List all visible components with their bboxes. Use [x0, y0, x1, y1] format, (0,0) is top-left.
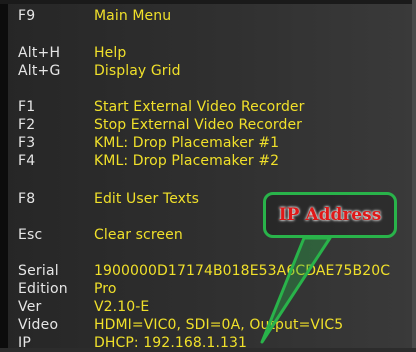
callout-ip-address: IP Address — [263, 192, 397, 238]
callout-pointer — [260, 236, 332, 344]
callout-text: IP Address — [278, 205, 382, 225]
osd-screen: F9 Main Menu Alt+H Help Alt+G Display Gr… — [0, 0, 416, 351]
callout-pointer-arrow — [260, 236, 332, 344]
